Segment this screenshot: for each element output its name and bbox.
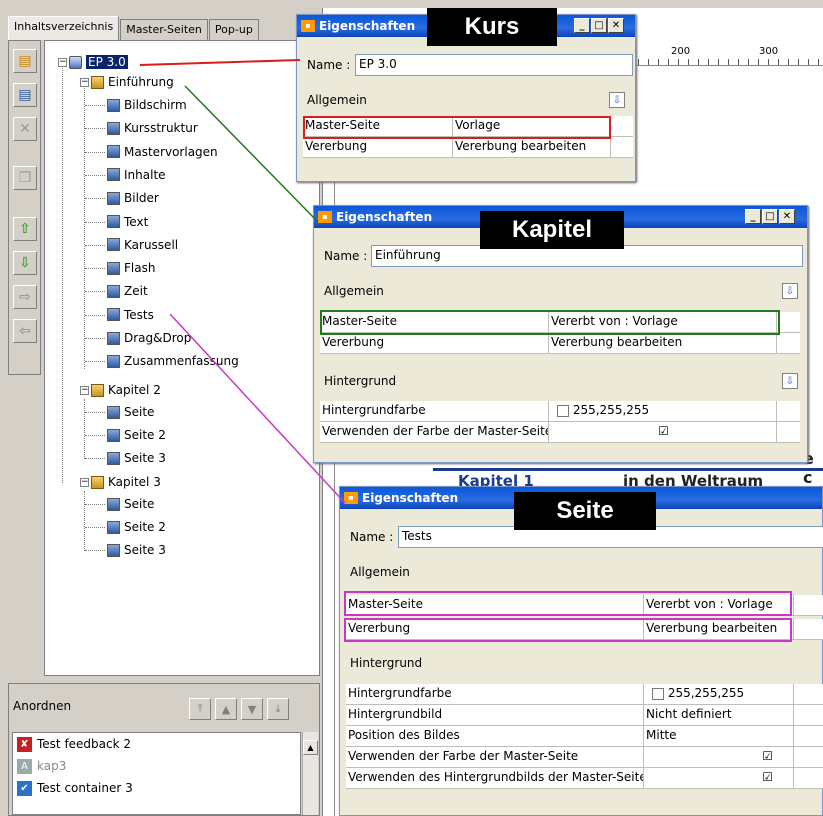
annotation-connectors xyxy=(139,59,346,504)
connector-kapitel xyxy=(184,85,319,223)
connector-kurs xyxy=(139,59,301,66)
connector-seite xyxy=(169,313,346,504)
